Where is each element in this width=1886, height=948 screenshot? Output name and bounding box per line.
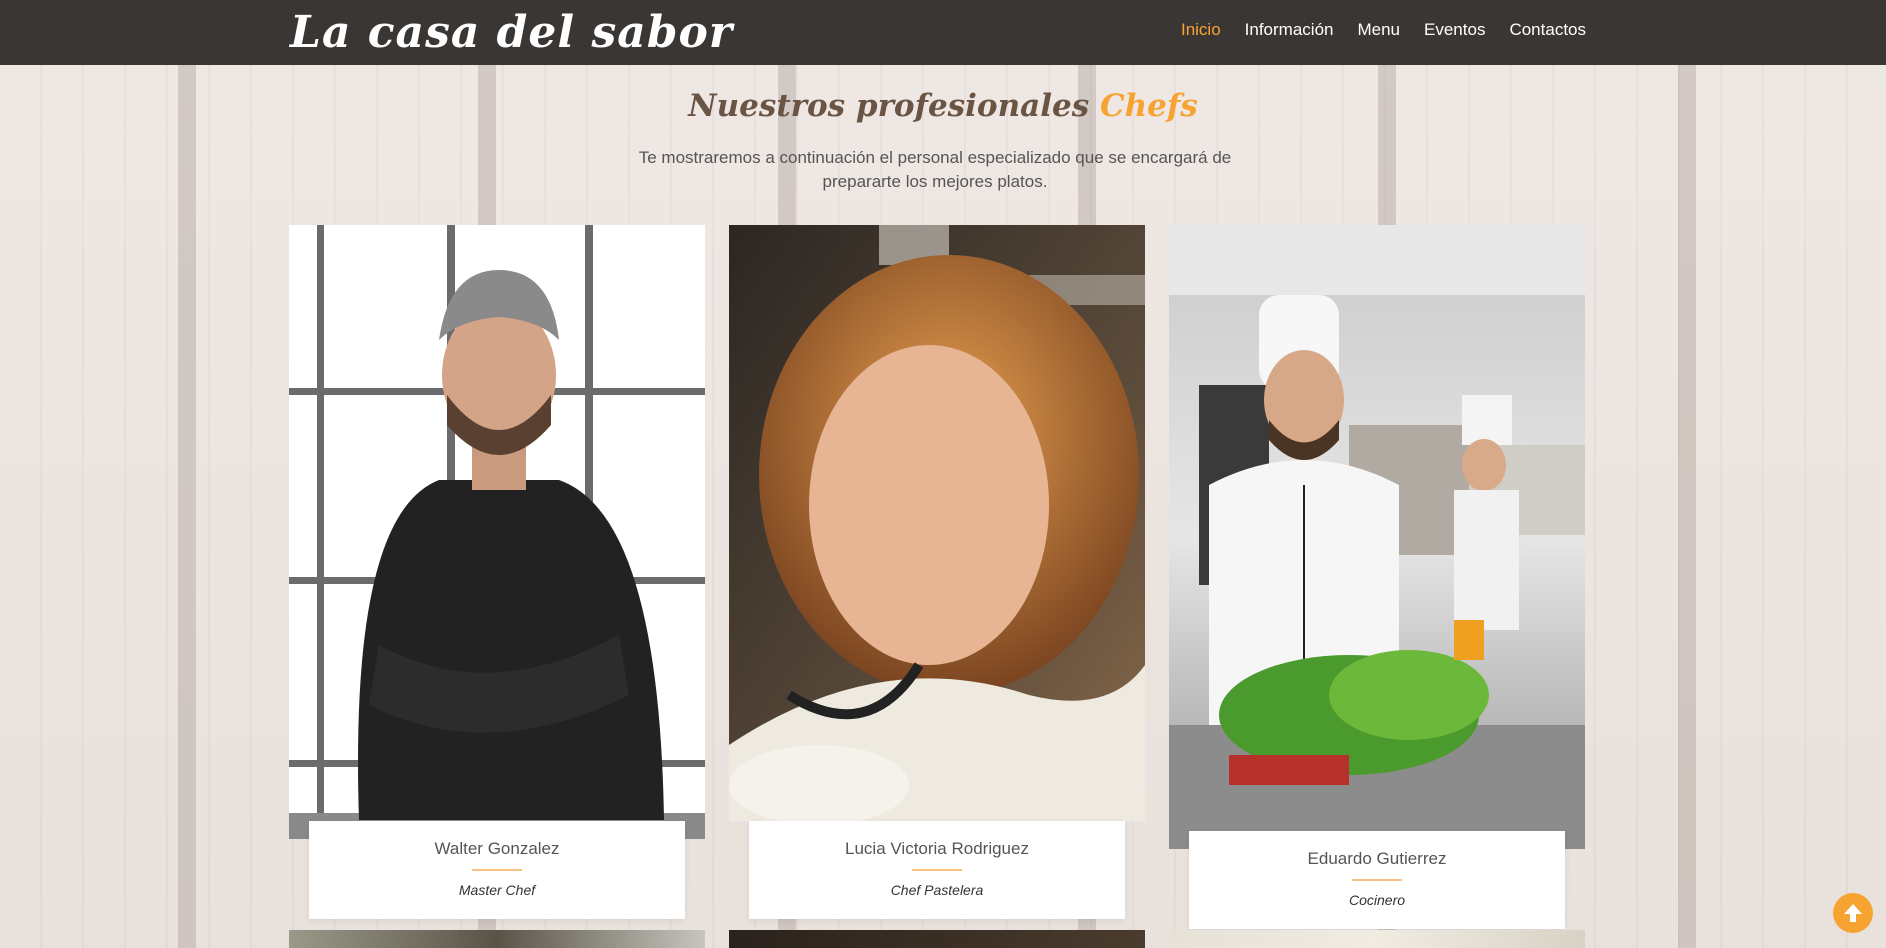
- main-nav: Inicio Información Menu Eventos Contacto…: [1181, 0, 1586, 60]
- chef-role: Cocinero: [1348, 892, 1406, 908]
- scroll-top-button[interactable]: [1833, 893, 1873, 933]
- chef-divider: [1352, 879, 1402, 881]
- chef-name: Walter Gonzalez: [434, 839, 560, 858]
- nav-link-menu[interactable]: Menu: [1357, 20, 1400, 40]
- chef-photo: [729, 225, 1145, 821]
- nav-link-contactos[interactable]: Contactos: [1509, 20, 1586, 40]
- chef-info: Eduardo Gutierrez Cocinero: [1189, 831, 1565, 929]
- chef-role: Chef Pastelera: [890, 882, 984, 898]
- chef-divider: [472, 869, 522, 871]
- next-card-photo: [1169, 930, 1585, 948]
- chef-photo: [1169, 225, 1585, 849]
- chef-info: Lucia Victoria Rodriguez Chef Pastelera: [749, 821, 1125, 919]
- chef-name: Eduardo Gutierrez: [1307, 849, 1447, 868]
- nav-link-inicio[interactable]: Inicio: [1181, 20, 1221, 40]
- arrow-up-icon: [1844, 904, 1862, 922]
- section-title-main: Nuestros profesionales: [688, 88, 1090, 124]
- next-card-photo: [729, 930, 1145, 948]
- chef-role: Master Chef: [458, 882, 536, 898]
- chef-photo: [289, 225, 705, 839]
- chef-divider: [912, 869, 962, 871]
- section-title: Nuestros profesionales Chefs: [0, 88, 1886, 124]
- nav-link-informacion[interactable]: Información: [1245, 20, 1334, 40]
- navbar: La casa del sabor Inicio Información Men…: [0, 0, 1886, 65]
- chef-info: Walter Gonzalez Master Chef: [309, 821, 685, 919]
- nav-link-eventos[interactable]: Eventos: [1424, 20, 1485, 40]
- chef-name: Lucia Victoria Rodriguez: [845, 839, 1029, 858]
- brand-logo[interactable]: La casa del sabor: [290, 0, 733, 65]
- next-card-photo: [289, 930, 705, 948]
- section-subtitle: Te mostraremos a continuación el persona…: [638, 148, 1232, 191]
- section-title-accent: Chefs: [1099, 88, 1198, 124]
